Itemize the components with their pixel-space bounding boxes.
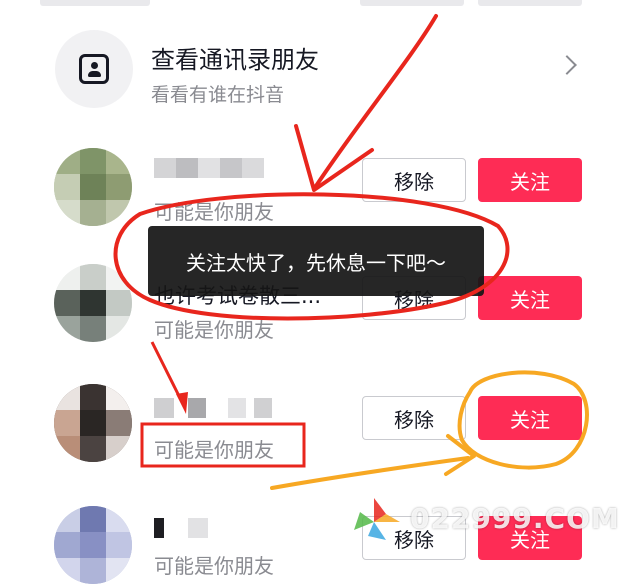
suggestion-subtitle: 可能是你朋友: [154, 554, 274, 578]
watermark: 022999.COM: [346, 496, 619, 546]
avatar[interactable]: [54, 384, 132, 462]
blurred-username: [154, 518, 214, 538]
avatar[interactable]: [54, 506, 132, 584]
orange-arrow-head: [444, 434, 476, 476]
follow-button[interactable]: 关注: [478, 276, 582, 320]
remove-button[interactable]: 移除: [362, 158, 466, 202]
contact-book-icon: [55, 30, 133, 108]
follow-button[interactable]: 关注: [478, 396, 582, 440]
contacts-entry-title: 查看通讯录朋友: [151, 46, 319, 74]
blurred-username: [154, 158, 264, 178]
previous-item-edge: [40, 0, 150, 6]
follow-button[interactable]: 关注: [478, 158, 582, 202]
suggestion-subtitle: 可能是你朋友: [154, 438, 274, 462]
red-line-annotation: [150, 341, 186, 407]
orange-arrow-annotation: [270, 456, 470, 490]
suggestion-subtitle: 可能是你朋友: [154, 318, 274, 342]
blurred-username: [154, 398, 274, 418]
avatar[interactable]: [54, 148, 132, 226]
avatar[interactable]: [54, 264, 132, 342]
rate-limit-toast: 关注太快了，先休息一下吧～: [148, 226, 484, 296]
previous-item-edge: [478, 0, 582, 6]
contacts-entry-subtitle: 看看有谁在抖音: [151, 84, 285, 106]
previous-item-edge: [360, 0, 464, 6]
red-arrow-head: [294, 124, 374, 192]
remove-button[interactable]: 移除: [362, 396, 466, 440]
watermark-logo-icon: [354, 498, 400, 540]
top-divider-strip: [0, 0, 620, 8]
suggestion-subtitle: 可能是你朋友: [154, 200, 274, 224]
watermark-text: 022999.COM: [410, 502, 620, 535]
